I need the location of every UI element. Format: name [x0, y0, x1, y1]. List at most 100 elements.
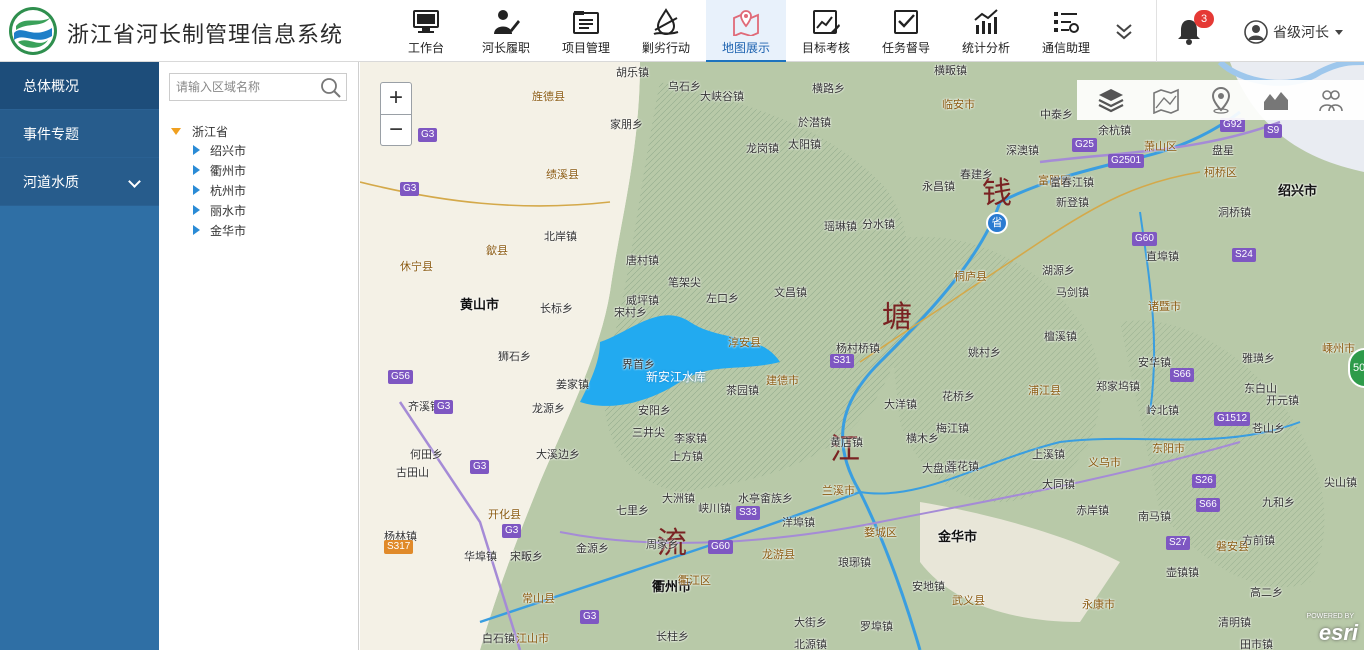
map-town-label: 花桥乡 [942, 391, 975, 403]
zoom-out-button[interactable]: − [381, 114, 411, 145]
map-town-label: 梅江镇 [936, 423, 969, 435]
tree-node-label: 浙江省 [192, 124, 229, 139]
tree-node-label: 杭州市 [210, 183, 247, 198]
people-icon[interactable] [1317, 86, 1345, 114]
map-town-label: 洋埠镇 [782, 517, 815, 529]
expanded-triangle-icon[interactable] [171, 127, 181, 135]
map-town-label: 南马镇 [1138, 511, 1171, 523]
nav-item-river-chief-duty[interactable]: 河长履职 [466, 0, 546, 62]
map-county-label: 武义县 [952, 595, 985, 607]
map-toolbar [1077, 80, 1364, 120]
map-town-label: 上方镇 [670, 451, 703, 463]
tree-node[interactable]: 衢州市 [193, 160, 246, 180]
map-town-label: 唐村镇 [626, 255, 659, 267]
terrain-icon[interactable] [1262, 86, 1290, 114]
map-town-label: 大街乡 [794, 617, 827, 629]
nav-item-workbench[interactable]: 工作台 [386, 0, 466, 62]
map-lake-label: 新安江水库 [646, 370, 707, 384]
map-county-label: 桐庐县 [954, 271, 987, 283]
sidebar-item-event-topic[interactable]: 事件专题 [0, 110, 159, 158]
map-town-label: 直埠镇 [1146, 251, 1179, 263]
nav-item-statistics[interactable]: 统计分析 [946, 0, 1026, 62]
map-town-label: 横畈镇 [934, 65, 967, 77]
map-town-label: 高二乡 [1250, 587, 1283, 599]
nav-item-target-assessment[interactable]: 目标考核 [786, 0, 866, 62]
map-town-label: 李家镇 [674, 433, 707, 445]
user-avatar-icon [1244, 20, 1268, 44]
collapsed-triangle-icon[interactable] [193, 225, 200, 235]
map-county-label: 诸暨市 [1148, 301, 1181, 313]
region-search-input[interactable] [170, 74, 318, 100]
map-town-label: 湖源乡 [1042, 265, 1075, 277]
road-shield: S66 [1170, 368, 1194, 382]
search-icon[interactable] [320, 77, 342, 99]
map-town-label: 白石镇 [482, 633, 515, 645]
nav-item-task-supervision[interactable]: 任务督导 [866, 0, 946, 62]
map-town-label: 富春江镇 [1050, 177, 1094, 189]
map-town-label: 横路乡 [812, 83, 845, 95]
location-pin-icon[interactable] [1207, 86, 1235, 114]
map-town-label: 苍山乡 [1252, 423, 1285, 435]
road-shield: G3 [502, 524, 522, 538]
water-drop-icon [653, 8, 679, 35]
map-town-label: 宋村乡 [614, 307, 647, 319]
collapsed-triangle-icon[interactable] [193, 165, 200, 175]
collapsed-triangle-icon[interactable] [193, 145, 200, 155]
road-shield: G3 [418, 128, 438, 142]
folder-list-icon [573, 11, 599, 34]
nav-item-communication[interactable]: 通信助理 [1026, 0, 1106, 62]
road-shield: S31 [830, 354, 854, 368]
map-town-label: 家朋乡 [610, 119, 643, 131]
map-town-label: 姚村乡 [968, 347, 1001, 359]
zoom-in-button[interactable]: + [381, 83, 411, 114]
map-view[interactable]: 钱 塘 江 流 黄山市 衢州市 金华市 绍兴市 建德市 兰溪市 常山县 开化县 … [360, 62, 1364, 650]
collapsed-triangle-icon[interactable] [193, 205, 200, 215]
map-town-label: 安地镇 [912, 581, 945, 593]
road-shield: G2501 [1108, 154, 1145, 168]
map-town-label: 长柱乡 [656, 631, 689, 643]
nav-item-map-display[interactable]: 地图展示 [706, 0, 786, 62]
sidebar-item-water-quality[interactable]: 河道水质 [0, 158, 159, 206]
tree-node[interactable]: 杭州市 [193, 180, 246, 200]
road-shield: S9 [1264, 124, 1283, 138]
tree-node-zhejiang[interactable]: 浙江省 [171, 122, 246, 140]
map-town-label: 乌石乡 [668, 81, 701, 93]
bar-chart-icon [974, 9, 998, 34]
person-writing-icon [494, 10, 520, 34]
map-town-label: 盘星 [1212, 145, 1234, 157]
map-town-label: 永昌镇 [922, 181, 955, 193]
double-chevron-down-icon[interactable] [1106, 18, 1142, 46]
map-town-label: 古田山 [396, 467, 429, 479]
layers-icon[interactable] [1097, 86, 1125, 114]
user-menu[interactable]: 省级河长 [1244, 20, 1343, 44]
sidebar-item-overview[interactable]: 总体概况 [0, 62, 159, 110]
tree-node[interactable]: 金华市 [193, 220, 246, 240]
map-town-label: 雅璜乡 [1242, 353, 1275, 365]
collapsed-triangle-icon[interactable] [193, 185, 200, 195]
map-town-label: 笔架尖 [668, 277, 701, 289]
notification-badge: 3 [1194, 10, 1214, 28]
nav-item-project-management[interactable]: 项目管理 [546, 0, 626, 62]
tree-node[interactable]: 绍兴市 [193, 140, 246, 160]
map-icon[interactable] [1152, 86, 1180, 114]
chevron-down-icon [128, 175, 141, 188]
left-sidebar: 总体概况 事件专题 河道水质 [0, 62, 159, 650]
map-town-label: 龙岗镇 [746, 143, 779, 155]
province-location-pin[interactable]: 省 [986, 212, 1008, 234]
region-tree: 浙江省 绍兴市 衢州市 杭州市 丽水市 金华市 [171, 122, 246, 240]
esri-logo: esri [1318, 620, 1358, 645]
map-city-label: 金华市 [938, 529, 978, 544]
map-county-label: 东阳市 [1152, 443, 1185, 455]
map-county-label: 临安市 [942, 99, 975, 111]
map-town-label: 大同镇 [1042, 479, 1075, 491]
road-shield: S33 [736, 506, 760, 520]
map-county-label: 兰溪市 [822, 485, 855, 497]
map-county-label: 衢江区 [678, 575, 711, 587]
map-pin-icon [733, 10, 759, 36]
nav-item-pollution-action[interactable]: 剿劣行动 [626, 0, 706, 62]
road-shield: G3 [470, 460, 490, 474]
map-town-label: 岭北镇 [1146, 405, 1179, 417]
map-county-label: 义乌市 [1088, 457, 1121, 469]
tree-node[interactable]: 丽水市 [193, 200, 246, 220]
map-county-label: 龙游县 [762, 549, 795, 561]
